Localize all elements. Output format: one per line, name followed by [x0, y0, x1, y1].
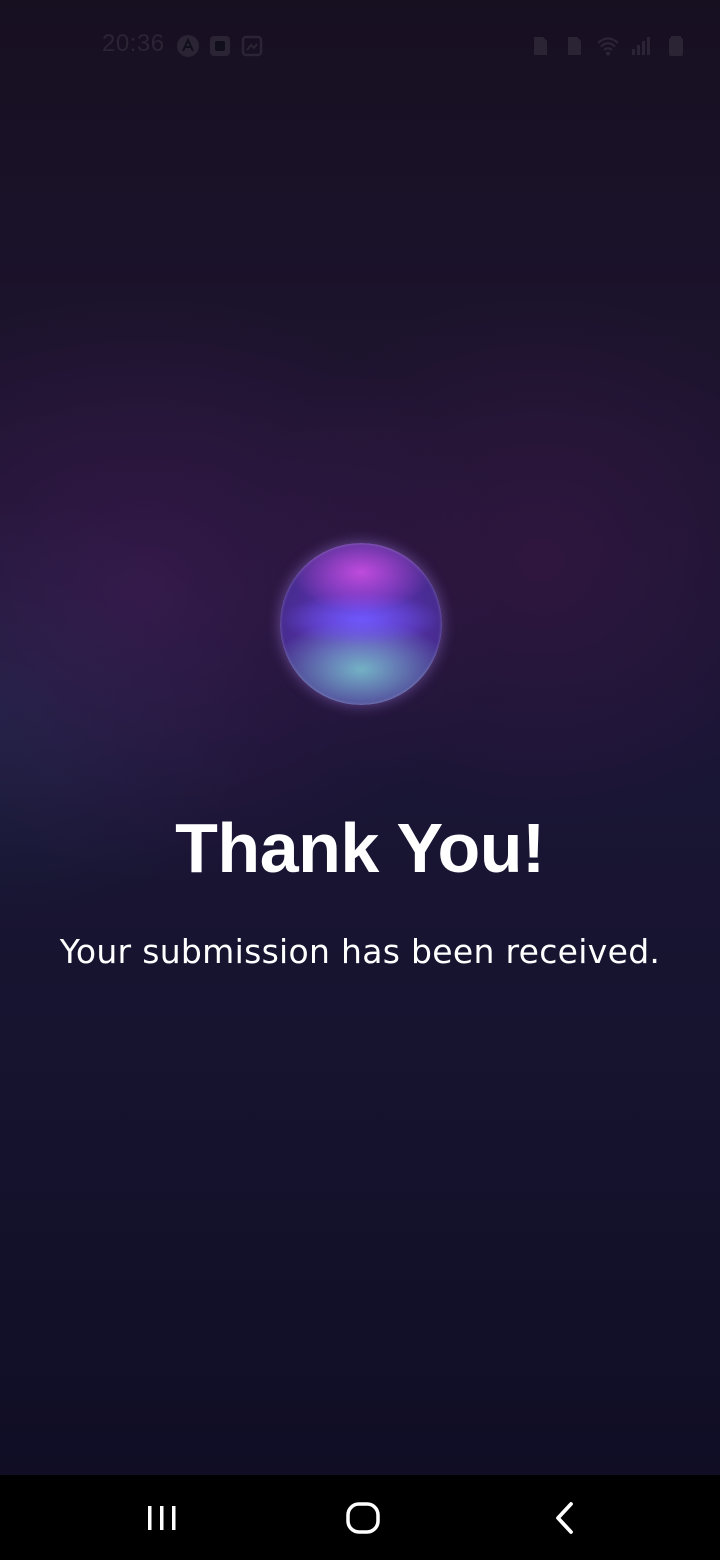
home-icon — [346, 1501, 380, 1534]
back-button[interactable] — [505, 1475, 625, 1560]
gallery-icon — [241, 35, 263, 57]
wifi-icon — [597, 37, 619, 56]
recents-button[interactable] — [102, 1475, 222, 1560]
gradient-orb — [280, 543, 442, 705]
status-icons-right — [528, 34, 688, 58]
app-notification-icon — [177, 35, 199, 57]
signal-icon — [632, 37, 650, 55]
back-icon — [556, 1501, 573, 1534]
status-bar: 20:36 — [0, 0, 720, 92]
navigation-bar — [0, 1475, 720, 1560]
thank-you-screen: 20:36 Thank You! Your submission has bee… — [0, 0, 720, 1475]
status-time: 20:36 — [102, 30, 165, 57]
home-button[interactable] — [303, 1475, 423, 1560]
battery-icon — [669, 36, 683, 56]
screen-record-icon — [210, 36, 230, 56]
sim-icon — [534, 37, 547, 55]
sim-icon — [568, 37, 581, 55]
orb-sphere — [280, 543, 442, 705]
page-title: Thank You! — [175, 809, 545, 887]
status-icons-left — [176, 34, 264, 58]
recents-icon — [148, 1505, 176, 1530]
confirmation-message: Your submission has been received. — [59, 932, 661, 971]
